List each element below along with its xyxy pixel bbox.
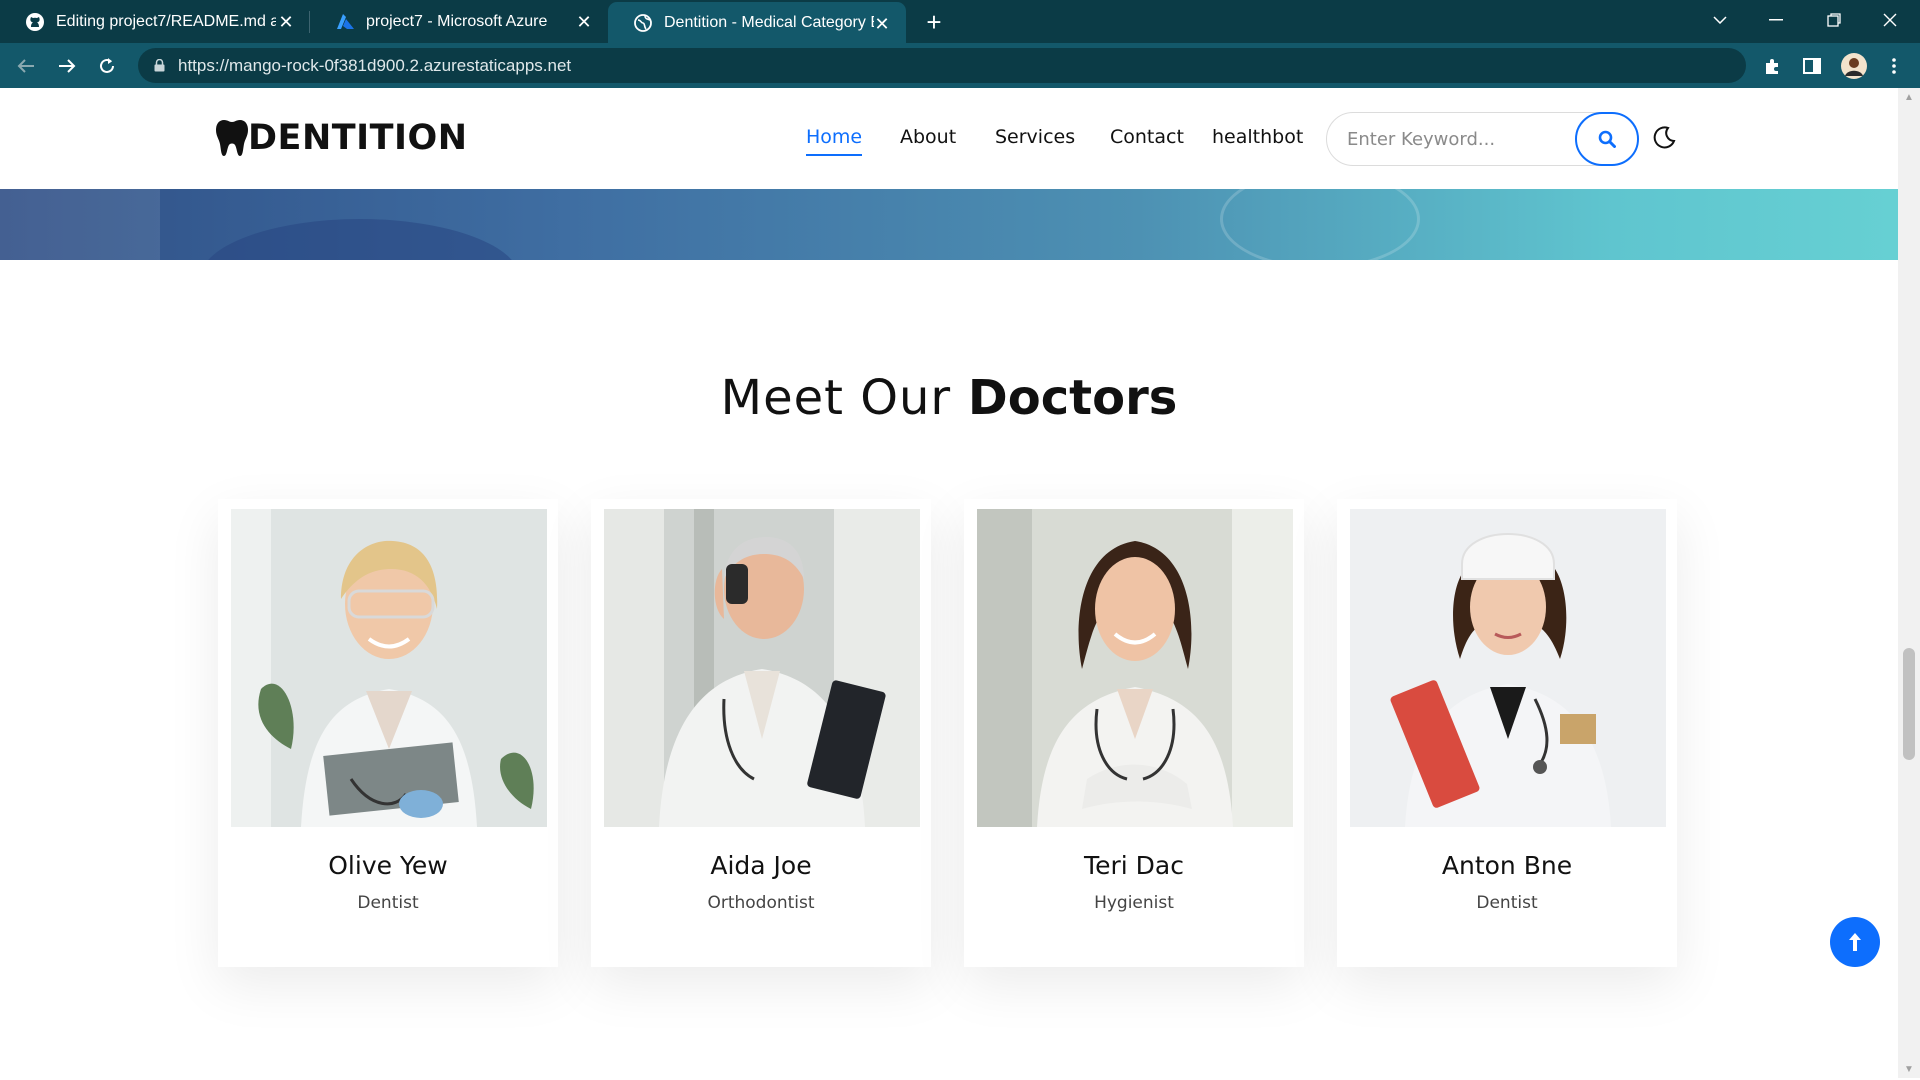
scroll-up-arrow-icon[interactable]: ▲ — [1904, 92, 1914, 103]
doctor-card[interactable]: Teri Dac Hygienist — [964, 499, 1304, 967]
profile-avatar[interactable] — [1838, 50, 1870, 82]
hero-banner — [0, 189, 1898, 260]
tab-title: project7 - Microsoft Azure — [366, 12, 548, 30]
search-button[interactable] — [1575, 112, 1639, 166]
window-close-button[interactable] — [1862, 0, 1918, 40]
doctor-role: Dentist — [357, 893, 419, 913]
search-box — [1326, 112, 1639, 166]
browser-menu-icon[interactable] — [1878, 50, 1910, 82]
doctor-card[interactable]: Anton Bne Dentist — [1337, 499, 1677, 967]
globe-icon — [632, 12, 654, 34]
doctor-photo — [604, 509, 920, 827]
reload-button[interactable] — [91, 50, 123, 82]
doctor-role: Hygienist — [1094, 893, 1174, 913]
doctor-name: Aida Joe — [710, 851, 812, 880]
site-header: DENTITION Home About Services Contact he… — [0, 88, 1898, 189]
section-title-bold: Doctors — [967, 370, 1178, 426]
close-icon[interactable]: ✕ — [574, 12, 594, 32]
browser-tab-github[interactable]: Editing project7/README.md at m ✕ — [0, 0, 310, 43]
browser-tab-azure[interactable]: project7 - Microsoft Azure ✕ — [310, 0, 608, 43]
section-title-light: Meet Our — [720, 370, 952, 426]
back-to-top-button[interactable] — [1830, 917, 1880, 967]
nav-contact[interactable]: Contact — [1110, 126, 1184, 148]
browser-toolbar: https://mango-rock-0f381d900.2.azurestat… — [0, 43, 1920, 88]
tab-search-chevron-icon[interactable] — [1692, 0, 1748, 40]
doctor-card[interactable]: Olive Yew Dentist — [218, 499, 558, 967]
arrow-up-icon — [1849, 933, 1861, 951]
browser-tabstrip: Editing project7/README.md at m ✕ projec… — [0, 0, 1920, 43]
tab-title: Dentition - Medical Category Bo — [664, 13, 874, 31]
scrollbar-thumb[interactable] — [1903, 648, 1915, 760]
nav-home[interactable]: Home — [806, 126, 863, 156]
moon-icon — [1653, 126, 1676, 149]
search-input[interactable] — [1327, 113, 1577, 165]
doctor-role: Orthodontist — [707, 893, 815, 913]
doctor-name: Anton Bne — [1441, 851, 1573, 880]
close-icon[interactable]: ✕ — [276, 12, 296, 32]
forward-button[interactable] — [51, 50, 83, 82]
doctor-name: Teri Dac — [1084, 851, 1184, 880]
doctor-photo — [1350, 509, 1666, 827]
nav-healthbot[interactable]: healthbot — [1212, 126, 1303, 148]
dark-mode-toggle[interactable] — [1648, 122, 1680, 154]
azure-icon — [334, 11, 356, 33]
section-title: Meet Our Doctors — [0, 370, 1898, 426]
nav-services[interactable]: Services — [995, 126, 1075, 148]
extensions-icon[interactable] — [1756, 50, 1788, 82]
page-viewport: DENTITION Home About Services Contact he… — [0, 88, 1898, 1078]
search-icon — [1598, 130, 1616, 148]
tab-title: Editing project7/README.md at m — [56, 12, 276, 30]
doctor-role: Dentist — [1476, 893, 1538, 913]
nav-about[interactable]: About — [900, 126, 956, 148]
github-icon — [24, 11, 46, 33]
tooth-icon — [216, 120, 248, 156]
page-scrollbar[interactable]: ▲ ▼ — [1898, 88, 1920, 1078]
side-panel-icon[interactable] — [1796, 50, 1828, 82]
minimize-button[interactable] — [1748, 0, 1804, 40]
back-button[interactable] — [10, 50, 42, 82]
logo-text: DENTITION — [248, 118, 468, 158]
browser-tab-dentition[interactable]: Dentition - Medical Category Bo ✕ — [608, 2, 906, 43]
site-logo[interactable]: DENTITION — [216, 118, 468, 158]
address-bar[interactable]: https://mango-rock-0f381d900.2.azurestat… — [138, 48, 1746, 83]
restore-button[interactable] — [1806, 0, 1862, 40]
doctor-card[interactable]: Aida Joe Orthodontist — [591, 499, 931, 967]
close-icon[interactable]: ✕ — [872, 14, 892, 34]
lock-icon[interactable] — [152, 59, 166, 73]
doctor-name: Olive Yew — [328, 851, 448, 880]
new-tab-button[interactable]: + — [920, 7, 948, 37]
doctor-photo — [977, 509, 1293, 827]
doctor-photo — [231, 509, 547, 827]
scroll-down-arrow-icon[interactable]: ▼ — [1904, 1064, 1914, 1075]
url-text: https://mango-rock-0f381d900.2.azurestat… — [178, 55, 572, 75]
